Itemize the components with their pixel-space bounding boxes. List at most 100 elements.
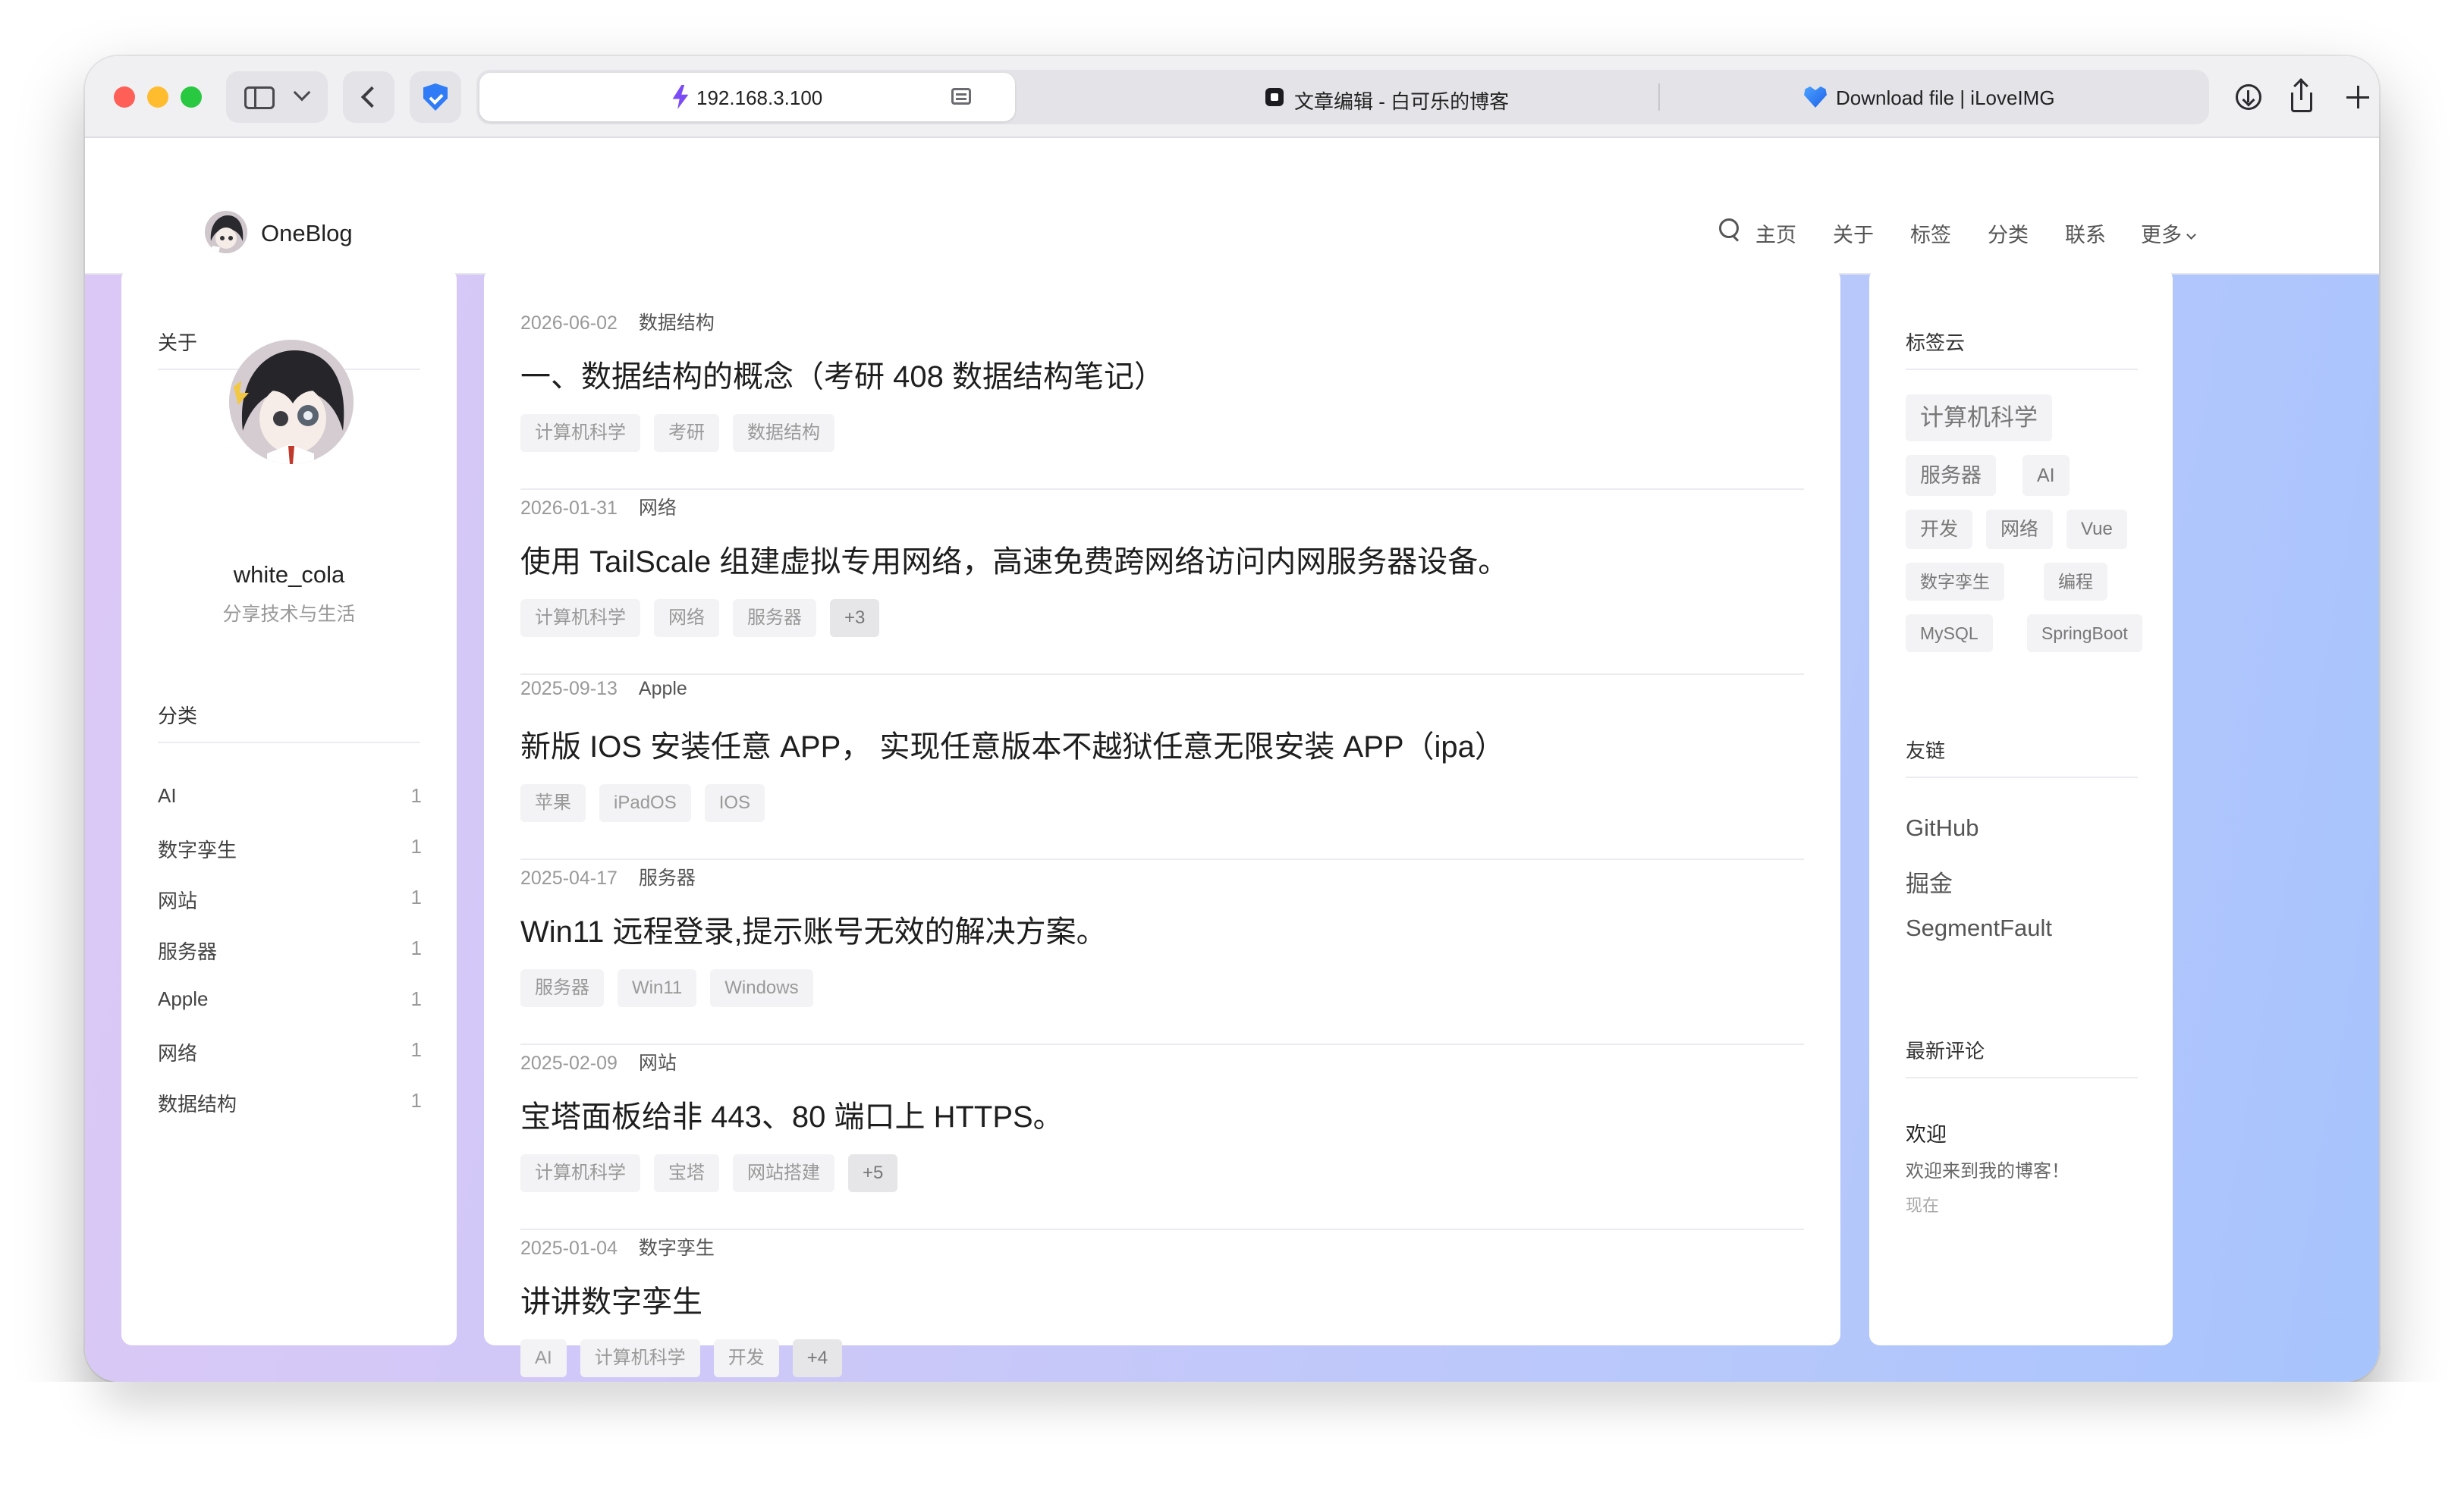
post-category[interactable]: 网络 [639, 497, 677, 519]
category-ai[interactable]: AI [158, 784, 177, 808]
cloud-tag[interactable]: Vue [2066, 510, 2127, 549]
post-meta: 2025-02-09 网站 [520, 1048, 677, 1075]
comment-text[interactable]: 欢迎来到我的博客！ [1906, 1156, 2070, 1182]
recent-comments-divider [1906, 1077, 2138, 1078]
sidebar-icon [244, 86, 275, 109]
comment-author[interactable]: 欢迎 [1906, 1118, 1947, 1147]
tab-download-file[interactable]: Download file | iLoveIMG [1836, 86, 2055, 110]
category-count: 1 [410, 937, 422, 959]
post-title[interactable]: Win11 远程登录,提示账号无效的解决方案。 [520, 907, 1107, 951]
post-tag[interactable]: 服务器 [733, 599, 816, 637]
nav-more-label: 更多 [2141, 224, 2182, 246]
friend-link-juejin[interactable]: 掘金 [1906, 865, 1953, 899]
window-bottom-shadow [85, 1320, 2379, 1382]
friends-title: 友链 [1906, 739, 1946, 762]
post-title[interactable]: 新版 IOS 安装任意 APP， 实现任意版本不越狱任意无限安装 APP（ipa… [520, 722, 1505, 766]
category-apple[interactable]: Apple [158, 987, 209, 1011]
category-count: 1 [410, 784, 422, 807]
post-title[interactable]: 一、数据结构的概念（考研 408 数据结构笔记） [520, 352, 1164, 396]
post-tag[interactable]: iPadOS [599, 784, 691, 822]
editor-favicon-icon [1265, 88, 1284, 106]
friend-link-segmentfault[interactable]: SegmentFault [1906, 915, 2052, 942]
post-tag[interactable]: 苹果 [520, 784, 586, 822]
new-tab-button[interactable] [2332, 71, 2379, 123]
more-tags-button[interactable]: +5 [848, 1154, 898, 1192]
nav-about[interactable]: 关于 [1833, 218, 1874, 248]
post-tag[interactable]: Win11 [618, 969, 697, 1007]
tag-cloud-divider [1906, 369, 2138, 370]
category-website[interactable]: 网站 [158, 886, 197, 914]
post-tag[interactable]: 数据结构 [733, 414, 834, 452]
tab-article-editor[interactable]: 文章编辑 - 白可乐的博客 [1294, 86, 1509, 115]
post-title[interactable]: 讲讲数字孪生 [520, 1277, 702, 1321]
categories-divider [158, 742, 420, 743]
cloud-tag[interactable]: SpringBoot [2027, 614, 2142, 652]
post-divider [520, 1044, 1804, 1045]
post-date: 2025-04-17 [520, 868, 618, 889]
site-logo-avatar[interactable] [205, 211, 247, 253]
post-tag[interactable]: 计算机科学 [520, 1154, 640, 1192]
cloud-tag[interactable]: 服务器 [1906, 455, 1996, 496]
post-tag[interactable]: 网站搭建 [733, 1154, 834, 1192]
post-tags: 苹果 iPadOS IOS [520, 784, 765, 822]
post-category[interactable]: 服务器 [639, 868, 696, 889]
tag-cloud-title: 标签云 [1906, 331, 1966, 354]
post-category[interactable]: 数字孪生 [639, 1238, 715, 1259]
post-title[interactable]: 宝塔面板给非 443、80 端口上 HTTPS。 [520, 1092, 1064, 1136]
post-meta: 2025-04-17 服务器 [520, 863, 696, 890]
search-icon[interactable] [1719, 218, 1742, 241]
post-category[interactable]: 网站 [639, 1053, 677, 1074]
post-tags: 计算机科学 考研 数据结构 [520, 414, 834, 452]
reader-mode-icon[interactable] [951, 88, 971, 105]
post-tag[interactable]: 计算机科学 [520, 414, 640, 452]
category-network[interactable]: 网络 [158, 1038, 197, 1066]
nav-categories[interactable]: 分类 [1988, 218, 2029, 248]
minimize-window-button[interactable] [147, 86, 168, 108]
cloud-tag[interactable]: 数字孪生 [1906, 563, 2004, 601]
post-tag[interactable]: IOS [704, 784, 765, 822]
category-digital-twin[interactable]: 数字孪生 [158, 835, 237, 863]
post-title[interactable]: 使用 TailScale 组建虚拟专用网络，高速免费跨网络访问内网服务器设备。 [520, 537, 1508, 581]
cloud-tag[interactable]: AI [2022, 455, 2070, 496]
address-text[interactable]: 192.168.3.100 [696, 86, 822, 110]
tab-separator [1658, 83, 1660, 111]
post-tag[interactable]: 网络 [654, 599, 719, 637]
friend-link-github[interactable]: GitHub [1906, 814, 1978, 842]
category-data-structure[interactable]: 数据结构 [158, 1089, 237, 1117]
post-tag[interactable]: 服务器 [520, 969, 604, 1007]
comment-time: 现在 [1906, 1196, 1940, 1215]
nav-contact[interactable]: 联系 [2065, 218, 2106, 248]
post-meta: 2026-06-02 数据结构 [520, 308, 715, 335]
post-tag[interactable]: 考研 [654, 414, 719, 452]
cloud-tag[interactable]: 网络 [1986, 510, 2054, 549]
post-tag[interactable]: 计算机科学 [520, 599, 640, 637]
cloud-tag[interactable]: 开发 [1906, 510, 1973, 549]
nav-home[interactable]: 主页 [1755, 218, 1796, 248]
post-divider [520, 673, 1804, 675]
post-date: 2025-09-13 [520, 678, 618, 699]
post-category[interactable]: Apple [639, 678, 687, 699]
downloads-button[interactable] [2223, 71, 2274, 123]
category-server[interactable]: 服务器 [158, 937, 217, 965]
author-avatar[interactable] [229, 340, 354, 464]
post-date: 2026-06-02 [520, 312, 618, 334]
cloud-tag[interactable]: 计算机科学 [1906, 394, 2052, 441]
category-count: 1 [410, 987, 422, 1010]
post-date: 2026-01-31 [520, 497, 618, 519]
nav-more[interactable]: 更多 [2141, 218, 2196, 248]
nav-tags[interactable]: 标签 [1910, 218, 1951, 248]
more-tags-button[interactable]: +3 [830, 599, 880, 637]
share-button[interactable] [2276, 71, 2327, 123]
sidebar-toggle-button[interactable] [226, 71, 328, 123]
post-tag[interactable]: 宝塔 [654, 1154, 719, 1192]
tab-bar: 192.168.3.100 文章编辑 - 白可乐的博客 Download fil… [476, 70, 2209, 124]
post-tag[interactable]: Windows [710, 969, 813, 1007]
site-logo-text[interactable]: OneBlog [261, 220, 353, 247]
cloud-tag[interactable]: 编程 [2044, 563, 2107, 601]
cloud-tag[interactable]: MySQL [1906, 614, 1993, 652]
post-category[interactable]: 数据结构 [639, 312, 715, 334]
window-bottom-mask [0, 1382, 2464, 1494]
close-window-button[interactable] [114, 86, 135, 108]
zoom-window-button[interactable] [181, 86, 202, 108]
post-tags: 计算机科学 网络 服务器 +3 [520, 599, 880, 637]
